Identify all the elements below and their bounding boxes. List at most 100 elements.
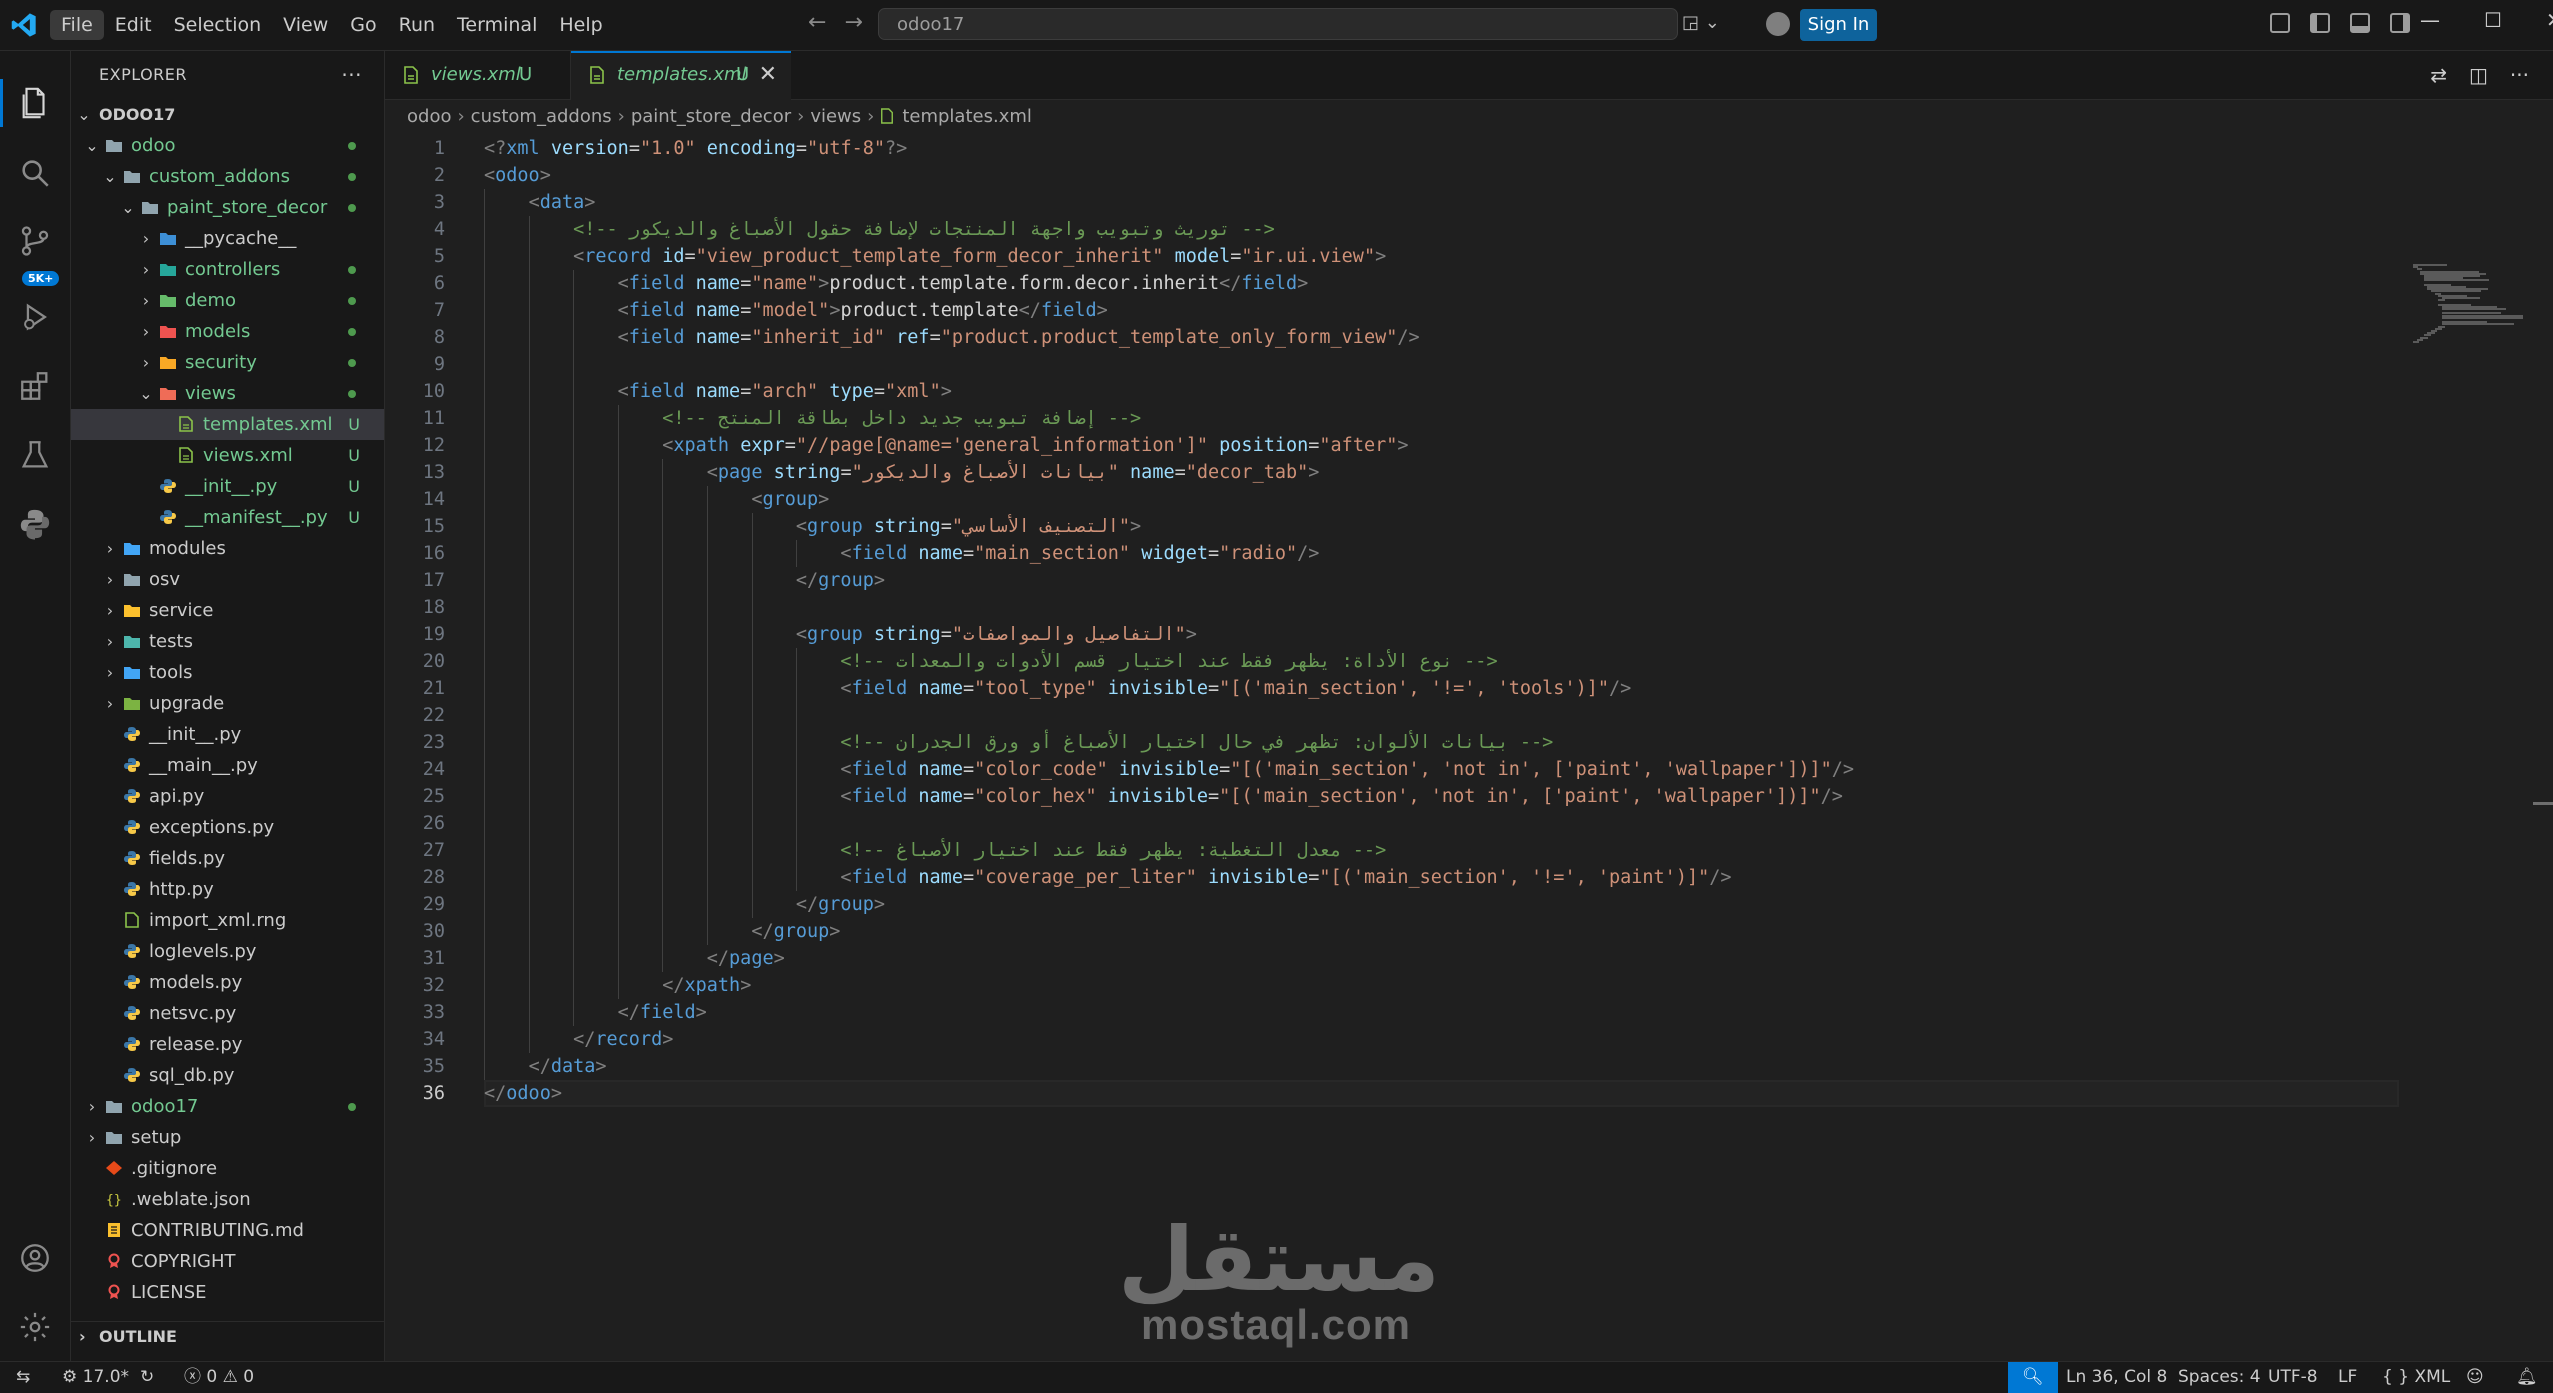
code-line[interactable]: 21 <field name="tool_type" invisible="[(… <box>385 675 2553 702</box>
extensions-icon[interactable] <box>0 356 70 416</box>
code-line[interactable]: 6 <field name="name">product.template.fo… <box>385 270 2553 297</box>
tab-views-xml[interactable]: views.xml U <box>385 51 571 99</box>
folder-item[interactable]: › security <box>71 347 384 378</box>
folder-item[interactable]: › osv <box>71 564 384 595</box>
file-item[interactable]: api.py <box>71 781 384 812</box>
code-line[interactable]: 28 <field name="coverage_per_liter" invi… <box>385 864 2553 891</box>
folder-item[interactable]: ⌄ custom_addons <box>71 161 384 192</box>
language-mode-status[interactable]: { } XML <box>2382 1362 2450 1393</box>
file-item[interactable]: __init__.py <box>71 719 384 750</box>
folder-item[interactable]: › setup <box>71 1122 384 1153</box>
more-actions-icon[interactable]: ··· <box>341 51 362 99</box>
folder-item[interactable]: ⌄ paint_store_decor <box>71 192 384 223</box>
file-item[interactable]: CONTRIBUTING.md <box>71 1215 384 1246</box>
python-interpreter-status[interactable]: ⚙ 17.0* <box>62 1362 129 1393</box>
code-line[interactable]: 35 </data> <box>385 1053 2553 1080</box>
problems-status[interactable]: ⓧ 0 ⚠ 0 <box>184 1362 254 1393</box>
tab-templates-xml[interactable]: templates.xml U ✕ <box>571 51 791 100</box>
notifications-bell-icon[interactable]: 🔔︎ <box>2516 1362 2538 1393</box>
code-line[interactable]: 25 <field name="color_hex" invisible="[(… <box>385 783 2553 810</box>
code-line[interactable]: 29 </group> <box>385 891 2553 918</box>
more-actions-icon[interactable]: ··· <box>2510 63 2529 87</box>
run-debug-icon[interactable] <box>0 287 70 347</box>
file-item[interactable]: http.py <box>71 874 384 905</box>
folder-item[interactable]: › tools <box>71 657 384 688</box>
code-line[interactable]: 20 <!-- نوع الأداة: يظهر فقط عند اختيار … <box>385 648 2553 675</box>
folder-item[interactable]: › service <box>71 595 384 626</box>
testing-icon[interactable] <box>0 425 70 485</box>
explorer-icon[interactable] <box>0 73 70 133</box>
menu-item-file[interactable]: File <box>50 10 104 40</box>
toggle-panel-icon[interactable] <box>2350 13 2370 33</box>
command-center-search[interactable]: odoo17 <box>878 8 1678 40</box>
code-line[interactable]: 36 </odoo> <box>385 1080 2553 1107</box>
cursor-position[interactable]: Ln 36, Col 8 <box>2066 1362 2167 1393</box>
menu-item-edit[interactable]: Edit <box>104 10 163 40</box>
code-line[interactable]: 26 <box>385 810 2553 837</box>
breadcrumb-item[interactable]: paint_store_decor <box>631 106 791 127</box>
source-control-icon[interactable] <box>0 211 70 271</box>
breadcrumb-item[interactable]: views <box>810 106 861 127</box>
maximize-icon[interactable]: ☐ <box>2484 8 2502 32</box>
file-item[interactable]: {} .weblate.json <box>71 1184 384 1215</box>
file-item[interactable]: __init__.py U <box>71 471 384 502</box>
code-line[interactable]: 34 </record> <box>385 1026 2553 1053</box>
code-line[interactable]: 31 </page> <box>385 945 2553 972</box>
file-item[interactable]: __main__.py <box>71 750 384 781</box>
folder-item[interactable]: › __pycache__ <box>71 223 384 254</box>
code-line[interactable]: 27 <!-- معدل التغطية: يظهر فقط عند اختيا… <box>385 837 2553 864</box>
code-line[interactable]: 22 <box>385 702 2553 729</box>
file-item[interactable]: models.py <box>71 967 384 998</box>
remote-indicator-icon[interactable]: ⇆ <box>16 1362 30 1393</box>
customize-layout-icon[interactable] <box>2270 13 2290 33</box>
file-item[interactable]: release.py <box>71 1029 384 1060</box>
code-line[interactable]: 16 <field name="main_section" widget="ra… <box>385 540 2553 567</box>
code-line[interactable]: 3 <data> <box>385 189 2553 216</box>
code-line[interactable]: 4 <!-- توريث وتبويب واجهة المنتجات لإضاف… <box>385 216 2553 243</box>
file-item[interactable]: import_xml.rng <box>71 905 384 936</box>
file-item[interactable]: LICENSE <box>71 1277 384 1308</box>
code-line[interactable]: 19 <group string="التفاصيل والمواصفات"> <box>385 621 2553 648</box>
indentation-status[interactable]: Spaces: 4 <box>2178 1362 2261 1393</box>
code-line[interactable]: 5 <record id="view_product_template_form… <box>385 243 2553 270</box>
breadcrumb-item[interactable]: templates.xml <box>902 106 1032 127</box>
python-icon[interactable] <box>0 494 70 554</box>
forward-arrow-icon[interactable]: → <box>844 10 862 35</box>
code-line[interactable]: 9 <box>385 351 2553 378</box>
copilot-status-icon[interactable]: ☺ <box>2466 1362 2484 1393</box>
code-line[interactable]: 7 <field name="model">product.template</… <box>385 297 2553 324</box>
menu-item-help[interactable]: Help <box>548 10 613 40</box>
minimize-icon[interactable]: — <box>2420 8 2440 32</box>
code-line[interactable]: 18 <box>385 594 2553 621</box>
file-item[interactable]: loglevels.py <box>71 936 384 967</box>
file-item[interactable]: exceptions.py <box>71 812 384 843</box>
code-line[interactable]: 1 <?xml version="1.0" encoding="utf-8"?> <box>385 135 2553 162</box>
menu-item-view[interactable]: View <box>272 10 339 40</box>
close-window-icon[interactable]: ✕ <box>2546 8 2553 32</box>
file-item[interactable]: fields.py <box>71 843 384 874</box>
scrollbar-marker[interactable] <box>2533 802 2553 805</box>
settings-gear-icon[interactable] <box>0 1297 70 1357</box>
minimap[interactable] <box>2413 264 2523 344</box>
breadcrumb-item[interactable]: custom_addons <box>471 106 612 127</box>
sync-icon[interactable]: ↻ <box>140 1362 154 1393</box>
workspace-root[interactable]: ⌄ ODOO17 <box>71 99 384 130</box>
folder-item[interactable]: › upgrade <box>71 688 384 719</box>
copilot-status-icon[interactable] <box>1766 12 1790 36</box>
code-line[interactable]: 2 <odoo> <box>385 162 2553 189</box>
folder-item[interactable]: › modules <box>71 533 384 564</box>
code-line[interactable]: 32 </xpath> <box>385 972 2553 999</box>
file-item[interactable]: sql_db.py <box>71 1060 384 1091</box>
outline-section[interactable]: › OUTLINE <box>71 1321 384 1351</box>
code-editor[interactable]: 1 <?xml version="1.0" encoding="utf-8"?> 2… <box>385 134 2553 1360</box>
code-line[interactable]: 12 <xpath expr="//page[@name='general_in… <box>385 432 2553 459</box>
breadcrumb-item[interactable]: odoo <box>407 106 451 127</box>
close-tab-icon[interactable]: ✕ <box>759 53 777 97</box>
menu-item-go[interactable]: Go <box>339 10 387 40</box>
code-line[interactable]: 11 <!-- إضافة تبويب جديد داخل بطاقة المن… <box>385 405 2553 432</box>
file-item[interactable]: __manifest__.py U <box>71 502 384 533</box>
code-line[interactable]: 30 </group> <box>385 918 2553 945</box>
file-item[interactable]: views.xml U <box>71 440 384 471</box>
back-arrow-icon[interactable]: ← <box>808 10 826 35</box>
toggle-secondary-sidebar-icon[interactable] <box>2390 13 2410 33</box>
